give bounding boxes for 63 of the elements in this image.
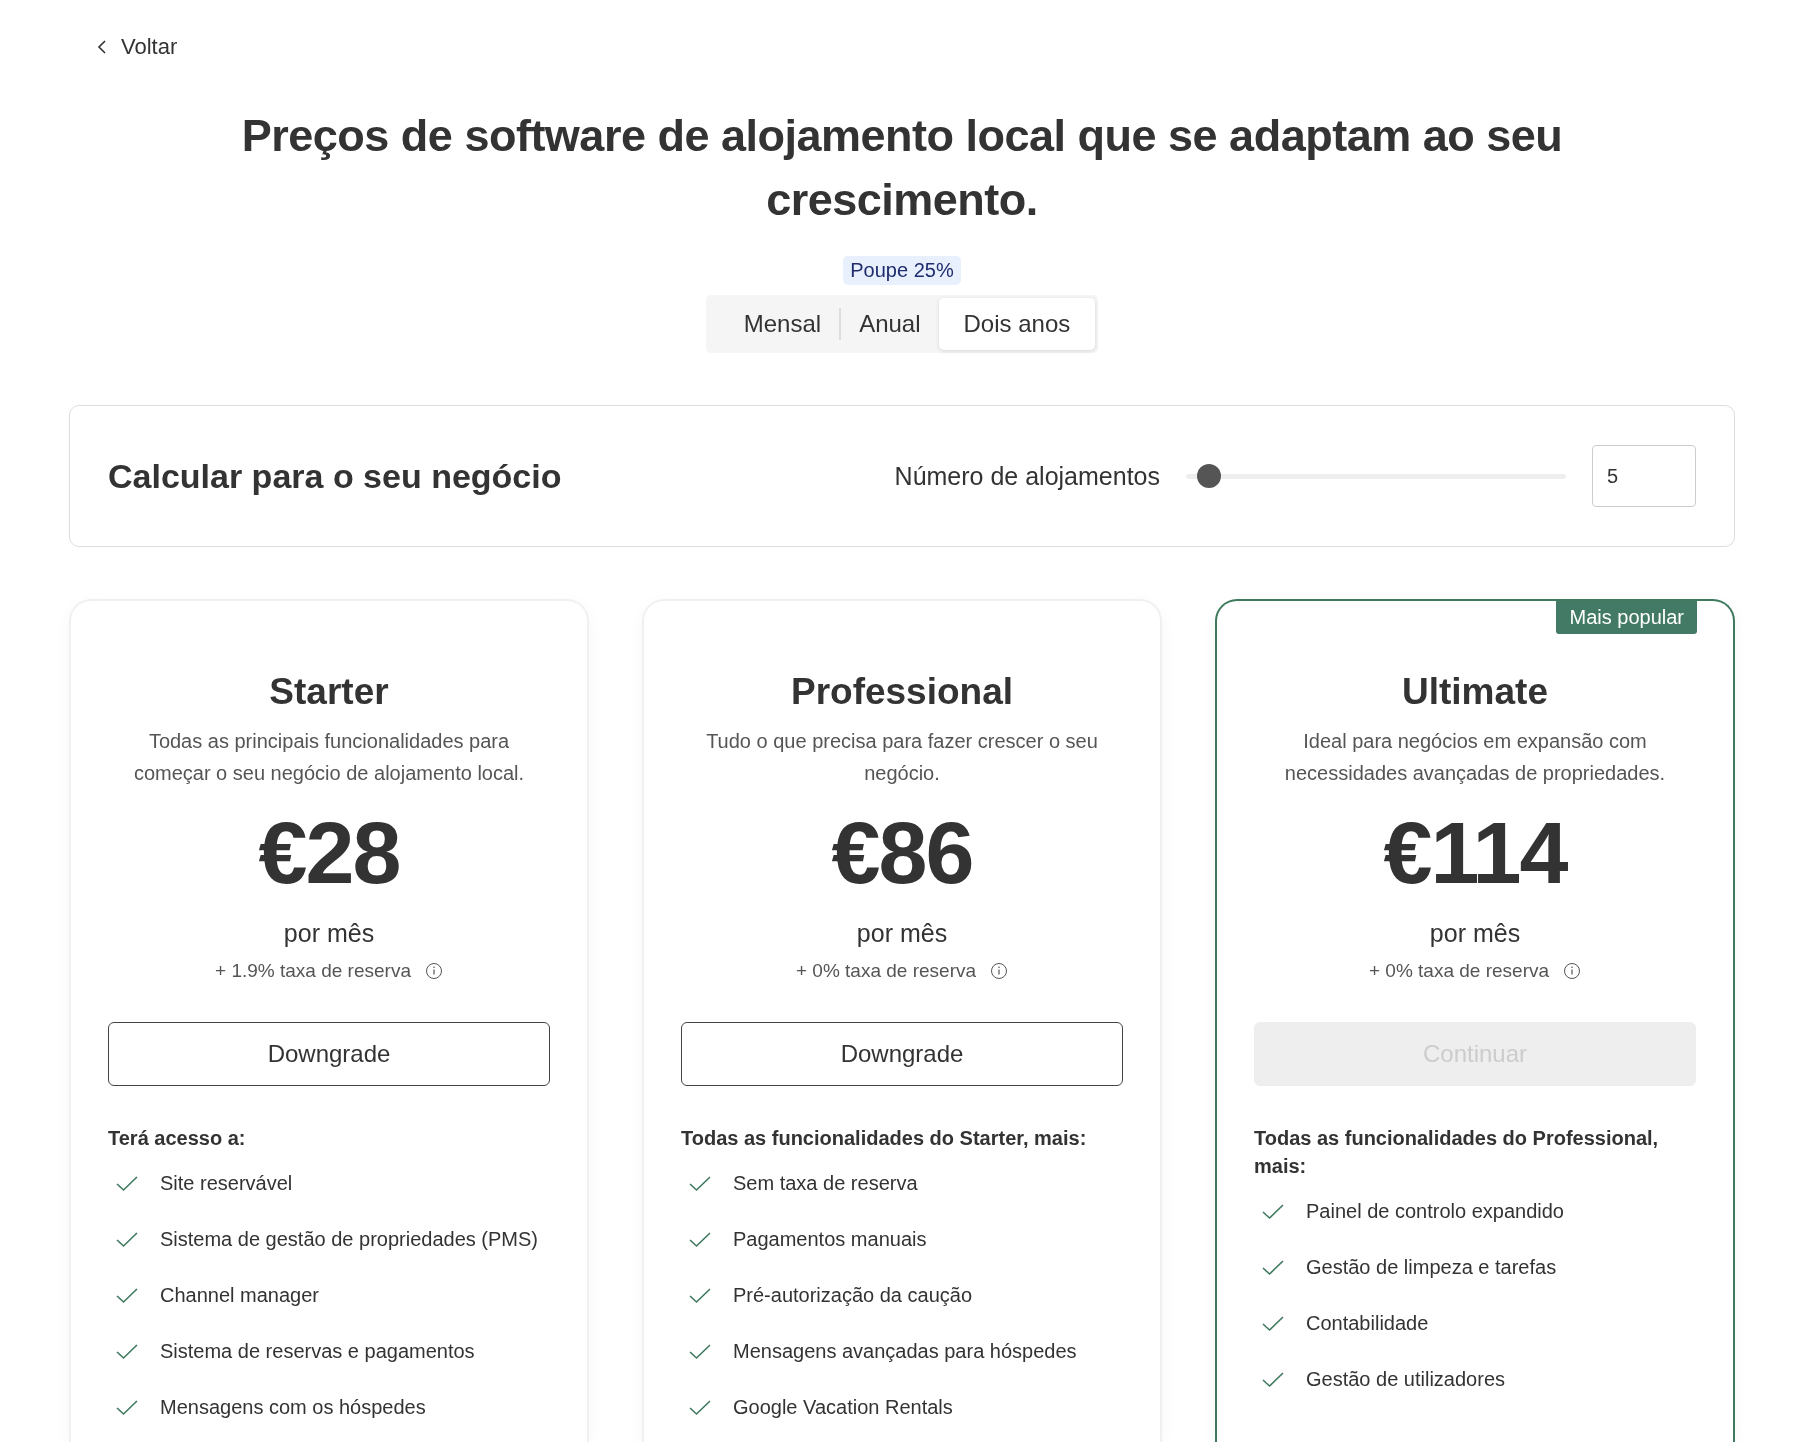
feature-item: Sistema de reservas e pagamentos (160, 1339, 475, 1364)
features-heading: Todas as funcionalidades do Starter, mais: (681, 1126, 1088, 1151)
feature-item: Channel manager (160, 1283, 319, 1308)
features-heading: Todas as funcionalidades do Professional, mais: (1254, 1126, 1660, 1179)
plan-button[interactable]: Downgrade (681, 1022, 1123, 1086)
feature-item: Sem taxa de reserva (733, 1171, 918, 1196)
check-icon (689, 1175, 711, 1192)
plan-description: Tudo o que precisa para fazer crescer o seu negócio. (705, 729, 1099, 786)
booking-fee: + 0% taxa de reserva (1368, 960, 1550, 982)
slider-label: Número de alojamentos (894, 461, 1160, 491)
booking-fee: + 0% taxa de reserva (795, 960, 977, 982)
feature-item: Gestão de utilizadores (1306, 1367, 1505, 1392)
check-icon (116, 1231, 138, 1248)
back-link[interactable]: Voltar (97, 34, 178, 60)
booking-fee: + 1.9% taxa de reserva (215, 960, 411, 982)
check-icon (689, 1231, 711, 1248)
plan-button[interactable]: Downgrade (108, 1022, 550, 1086)
billing-tab[interactable]: Anual (841, 298, 939, 350)
feature-item: Sistema de gestão de propriedades (PMS) (160, 1227, 538, 1252)
check-icon (1262, 1203, 1284, 1220)
info-icon (1563, 962, 1582, 980)
savings-badge: Poupe 25% (843, 256, 961, 285)
check-icon (1262, 1371, 1284, 1388)
feature-item: Painel de controlo expandido (1306, 1199, 1564, 1224)
feature-item: Gestão de limpeza e tarefas (1306, 1255, 1557, 1280)
feature-item: Google Vacation Rentals (733, 1395, 953, 1420)
info-icon (990, 962, 1009, 980)
check-icon (1262, 1259, 1284, 1276)
plan-price: €28 (258, 803, 400, 903)
check-icon (116, 1175, 138, 1192)
check-icon (689, 1399, 711, 1416)
check-icon (689, 1287, 711, 1304)
plan-name: Starter (269, 671, 389, 713)
page-heading: Preços de software de alojamento local que se adaptam ao seu crescimento. (240, 109, 1564, 227)
check-icon (689, 1343, 711, 1360)
feature-item: Mensagens avançadas para hóspedes (733, 1339, 1077, 1364)
popular-badge: Mais popular (1556, 601, 1697, 634)
check-icon (116, 1343, 138, 1360)
info-icon (424, 962, 443, 980)
plan-description: Ideal para negócios em expansão com necessidades avançadas de propriedades. (1283, 729, 1667, 786)
plan-description: Todas as principais funcionalidades para começar o seu negócio de alojamento local. (132, 729, 526, 786)
feature-item: Pagamentos manuais (733, 1227, 927, 1252)
chevron-left-icon (97, 39, 107, 55)
billing-tab[interactable]: Dois anos (938, 298, 1096, 350)
section-heading: Calcular para o seu negócio (108, 456, 562, 496)
price-period: por mês (283, 919, 375, 948)
price-period: por mês (1429, 919, 1521, 948)
billing-tab[interactable]: Mensal (725, 298, 840, 350)
features-heading: Terá acesso a: (108, 1126, 247, 1151)
feature-item: Pré-autorização da caução (733, 1283, 973, 1308)
check-icon (116, 1287, 138, 1304)
number-field[interactable]: 5 (1592, 445, 1696, 507)
feature-item: Mensagens com os hóspedes (160, 1395, 426, 1420)
check-icon (116, 1399, 138, 1416)
slider-thumb[interactable] (1197, 463, 1222, 488)
feature-item: Contabilidade (1306, 1311, 1429, 1336)
price-period: por mês (856, 919, 948, 948)
feature-item: Site reservável (160, 1171, 293, 1196)
plan-name: Professional (790, 671, 1014, 713)
check-icon (1262, 1315, 1284, 1332)
plan-name: Ultimate (1402, 671, 1548, 713)
plan-price: €114 (1383, 803, 1567, 903)
plan-price: €86 (831, 803, 973, 903)
